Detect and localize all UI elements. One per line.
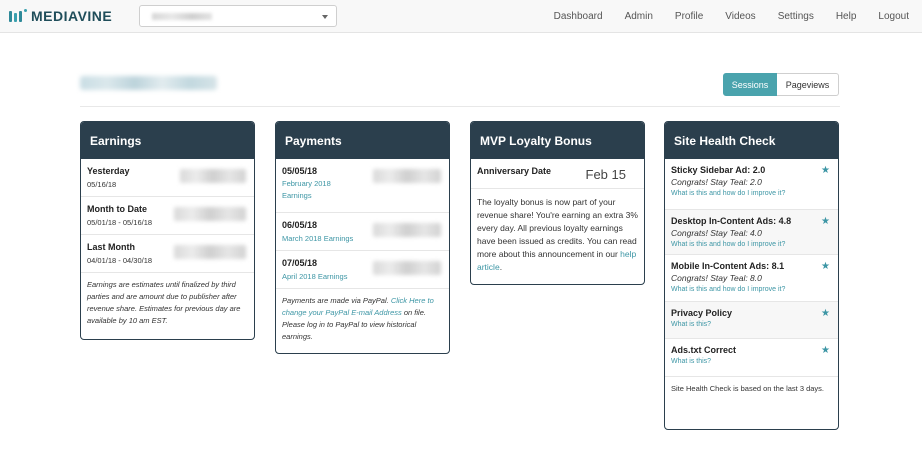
health-item-title: Privacy Policy <box>671 308 733 318</box>
earnings-panel: Earnings Yesterday 05/16/18 Month to Dat… <box>80 121 255 340</box>
health-note: Site Health Check is based on the last 3… <box>671 384 825 393</box>
star-icon: ★ <box>821 308 830 319</box>
payment-row: 06/05/18 March 2018 Earnings <box>276 213 449 251</box>
health-item: Privacy Policy What is this? ★ <box>665 302 838 339</box>
panel-title: Payments <box>276 122 449 159</box>
anniversary-date: Feb 15 <box>585 167 626 182</box>
nav-dashboard[interactable]: Dashboard <box>554 11 603 22</box>
health-item-link[interactable]: What is this? <box>671 321 832 328</box>
health-item-title: Mobile In-Content Ads: 8.1 <box>671 261 785 271</box>
loyalty-body-suffix: . <box>499 262 503 272</box>
payments-note: Payments are made via PayPal. Click Here… <box>276 289 449 349</box>
payments-panel: Payments 05/05/18 February 2018 Earnings… <box>275 121 450 354</box>
nav-help[interactable]: Help <box>836 11 857 22</box>
health-item-status: Congrats! Stay Teal: 2.0 <box>671 177 762 187</box>
mediavine-logo-icon <box>9 9 28 23</box>
loyalty-body-prefix: The loyalty bonus is now part of your re… <box>477 197 638 259</box>
divider <box>80 106 840 107</box>
nav-settings[interactable]: Settings <box>778 11 814 22</box>
sessions-button[interactable]: Sessions <box>723 73 777 96</box>
health-item: Sticky Sidebar Ad: 2.0 Congrats! Stay Te… <box>665 159 838 210</box>
anniversary-row: Anniversary Date Feb 15 <box>471 159 644 189</box>
nav-videos[interactable]: Videos <box>725 11 755 22</box>
blurred-earnings-value <box>174 207 246 221</box>
pageviews-button[interactable]: Pageviews <box>777 73 839 96</box>
earnings-row: Month to Date 05/01/18 - 05/16/18 <box>81 197 254 235</box>
blurred-payment-value <box>373 261 441 275</box>
health-item-title: Sticky Sidebar Ad: 2.0 <box>671 165 766 175</box>
nav-logout[interactable]: Logout <box>878 11 909 22</box>
star-icon: ★ <box>821 345 830 356</box>
mediavine-logo[interactable]: MEDIAVINE <box>9 8 112 24</box>
site-selector-dropdown[interactable] <box>139 5 337 27</box>
payment-desc: Earnings <box>282 191 312 200</box>
star-icon: ★ <box>821 261 830 272</box>
health-item-status: Congrats! Stay Teal: 8.0 <box>671 273 762 283</box>
earnings-note: Earnings are estimates until finalized b… <box>87 280 241 325</box>
loyalty-panel: MVP Loyalty Bonus Anniversary Date Feb 1… <box>470 121 645 285</box>
logo-text: MEDIAVINE <box>31 8 113 24</box>
blurred-earnings-value <box>180 169 246 183</box>
blurred-earnings-value <box>174 245 246 259</box>
site-health-panel: Site Health Check Sticky Sidebar Ad: 2.0… <box>664 121 839 430</box>
panel-title: MVP Loyalty Bonus <box>471 122 644 159</box>
health-item-link[interactable]: What is this and how do I improve it? <box>671 241 832 248</box>
health-item-status: Congrats! Stay Teal: 4.0 <box>671 228 762 238</box>
panel-title: Site Health Check <box>665 122 838 159</box>
payments-note-prefix: Payments are made via PayPal. <box>282 296 391 305</box>
health-item-link[interactable]: What is this and how do I improve it? <box>671 286 832 293</box>
blurred-site-name <box>152 13 212 20</box>
earnings-row: Yesterday 05/16/18 <box>81 159 254 197</box>
star-icon: ★ <box>821 165 830 176</box>
star-icon: ★ <box>821 216 830 227</box>
payment-row: 07/05/18 April 2018 Earnings <box>276 251 449 289</box>
health-item-link[interactable]: What is this and how do I improve it? <box>671 190 832 197</box>
chevron-down-icon <box>322 15 328 19</box>
earnings-row: Last Month 04/01/18 - 04/30/18 <box>81 235 254 273</box>
health-item: Ads.txt Correct What is this? ★ <box>665 339 838 377</box>
health-item-title: Desktop In-Content Ads: 4.8 <box>671 216 792 226</box>
panel-title: Earnings <box>81 122 254 159</box>
health-item-link[interactable]: What is this? <box>671 358 832 365</box>
blurred-payment-value <box>373 223 441 237</box>
nav-links: Dashboard Admin Profile Videos Settings … <box>554 0 922 33</box>
nav-profile[interactable]: Profile <box>675 11 703 22</box>
payment-row: 05/05/18 February 2018 Earnings <box>276 159 449 213</box>
loyalty-body: The loyalty bonus is now part of your re… <box>471 189 644 281</box>
metric-toggle: Sessions Pageviews <box>723 73 839 96</box>
health-item: Desktop In-Content Ads: 4.8 Congrats! St… <box>665 210 838 255</box>
top-navbar: MEDIAVINE Dashboard Admin Profile Videos… <box>0 0 922 33</box>
blurred-payment-value <box>373 169 441 183</box>
health-item: Mobile In-Content Ads: 8.1 Congrats! Sta… <box>665 255 838 302</box>
health-item-title: Ads.txt Correct <box>671 345 737 355</box>
blurred-site-title <box>80 76 217 90</box>
nav-admin[interactable]: Admin <box>625 11 653 22</box>
